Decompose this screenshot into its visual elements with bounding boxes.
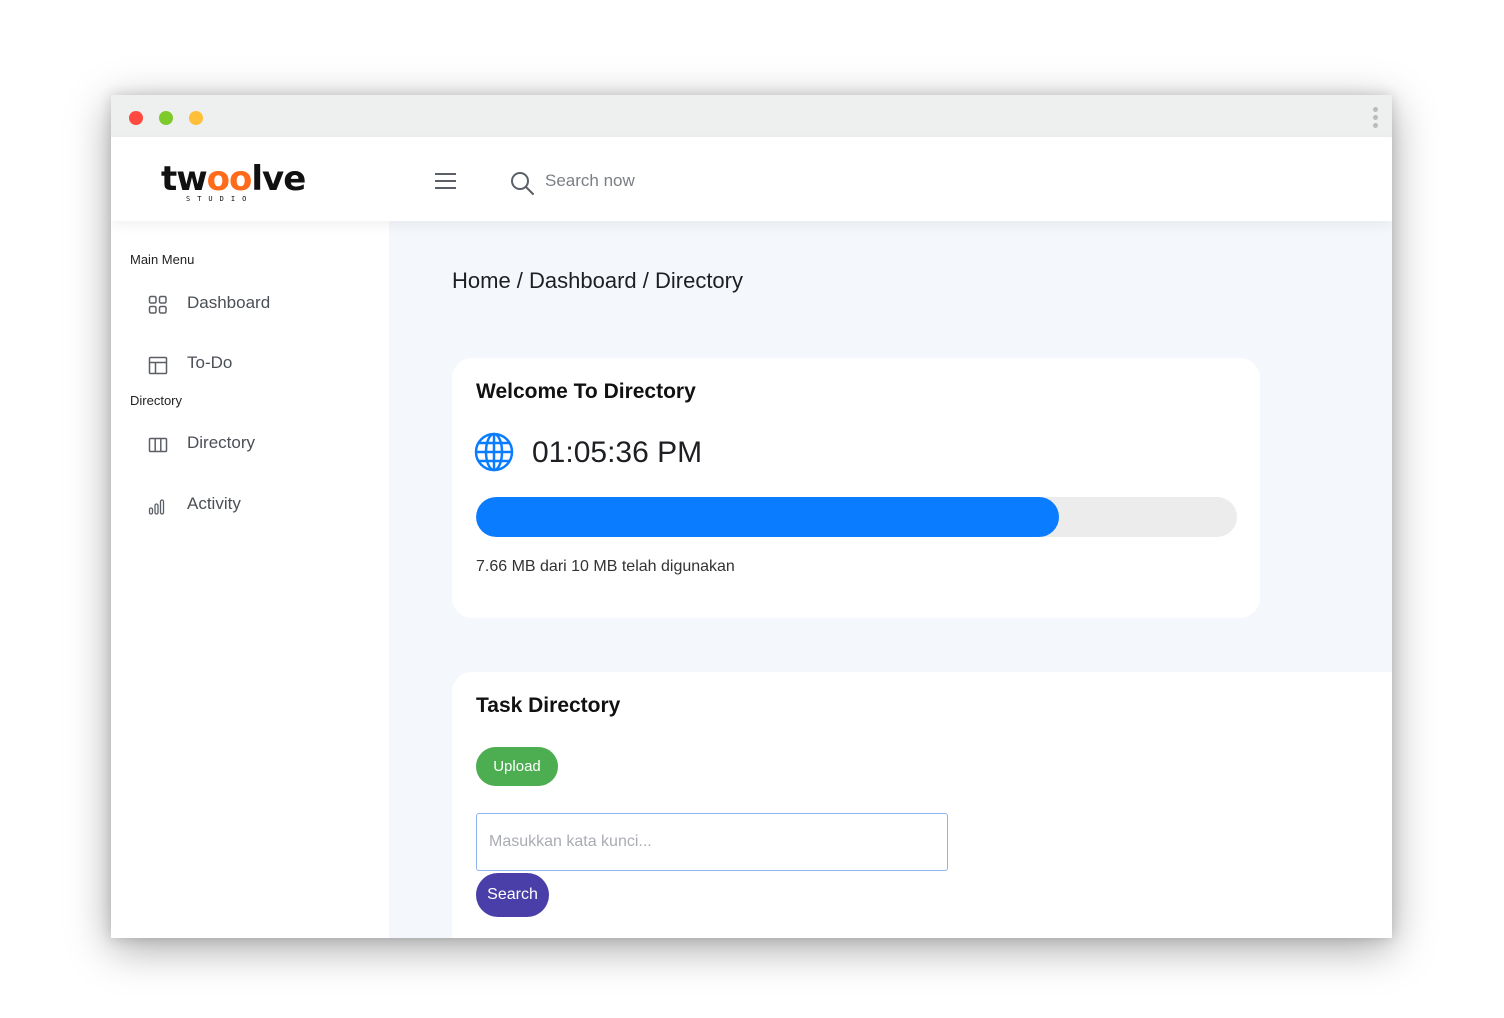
- sidebar-item-label: Dashboard: [187, 293, 271, 312]
- sidebar-item-activity[interactable]: Activity: [148, 492, 368, 522]
- logo[interactable]: twoolve STUDIO: [161, 159, 306, 209]
- close-window-button[interactable]: [129, 111, 143, 125]
- main-content: Home / Dashboard / Directory Welcome To …: [389, 221, 1392, 938]
- logo-text-part2: oo: [206, 159, 253, 199]
- task-directory-title: Task Directory: [476, 694, 621, 717]
- browser-window: twoolve STUDIO Search now Main Menu Dash…: [111, 95, 1392, 938]
- grid-icon: [148, 295, 167, 314]
- maximize-window-button[interactable]: [159, 111, 173, 125]
- columns-icon: [148, 437, 168, 453]
- task-directory-card: Task Directory Upload Search: [452, 672, 1392, 938]
- search-input[interactable]: Search now: [545, 171, 635, 191]
- search-button[interactable]: Search: [476, 873, 549, 917]
- bar-chart-icon: [148, 499, 165, 515]
- sidebar-item-label: Directory: [187, 433, 256, 452]
- sidebar-item-label: To-Do: [187, 353, 233, 372]
- sidebar-item-directory[interactable]: Directory: [148, 431, 368, 461]
- keyword-search-input[interactable]: [476, 813, 948, 871]
- current-time: 01:05:36 PM: [532, 436, 703, 469]
- sidebar: Main Menu Dashboard To-Do Directory Dire…: [111, 221, 389, 938]
- sidebar-item-label: Activity: [187, 494, 241, 513]
- more-options-icon[interactable]: [1370, 105, 1380, 129]
- logo-text-part1: tw: [161, 159, 208, 199]
- top-header: twoolve STUDIO Search now: [111, 137, 1392, 221]
- breadcrumb: Home / Dashboard / Directory: [452, 268, 743, 293]
- storage-usage-text: 7.66 MB dari 10 MB telah digunakan: [476, 558, 735, 575]
- storage-progress-bar: [476, 497, 1237, 537]
- storage-progress-fill: [476, 497, 1059, 537]
- search-icon[interactable]: [509, 170, 535, 196]
- sidebar-section-directory: Directory: [130, 393, 183, 408]
- welcome-card: Welcome To Directory 01:05:36 PM 7.66 MB…: [452, 358, 1260, 618]
- sidebar-item-dashboard[interactable]: Dashboard: [148, 291, 368, 321]
- upload-button[interactable]: Upload: [476, 747, 558, 786]
- layout-icon: [148, 356, 168, 375]
- welcome-title: Welcome To Directory: [476, 380, 696, 403]
- sidebar-item-todo[interactable]: To-Do: [148, 351, 368, 381]
- globe-icon: [474, 432, 514, 472]
- minimize-window-button[interactable]: [189, 111, 203, 125]
- sidebar-section-main-menu: Main Menu: [130, 252, 195, 267]
- logo-text-part3: lve: [251, 159, 306, 199]
- menu-toggle-icon[interactable]: [435, 173, 457, 191]
- window-titlebar: [111, 95, 1392, 137]
